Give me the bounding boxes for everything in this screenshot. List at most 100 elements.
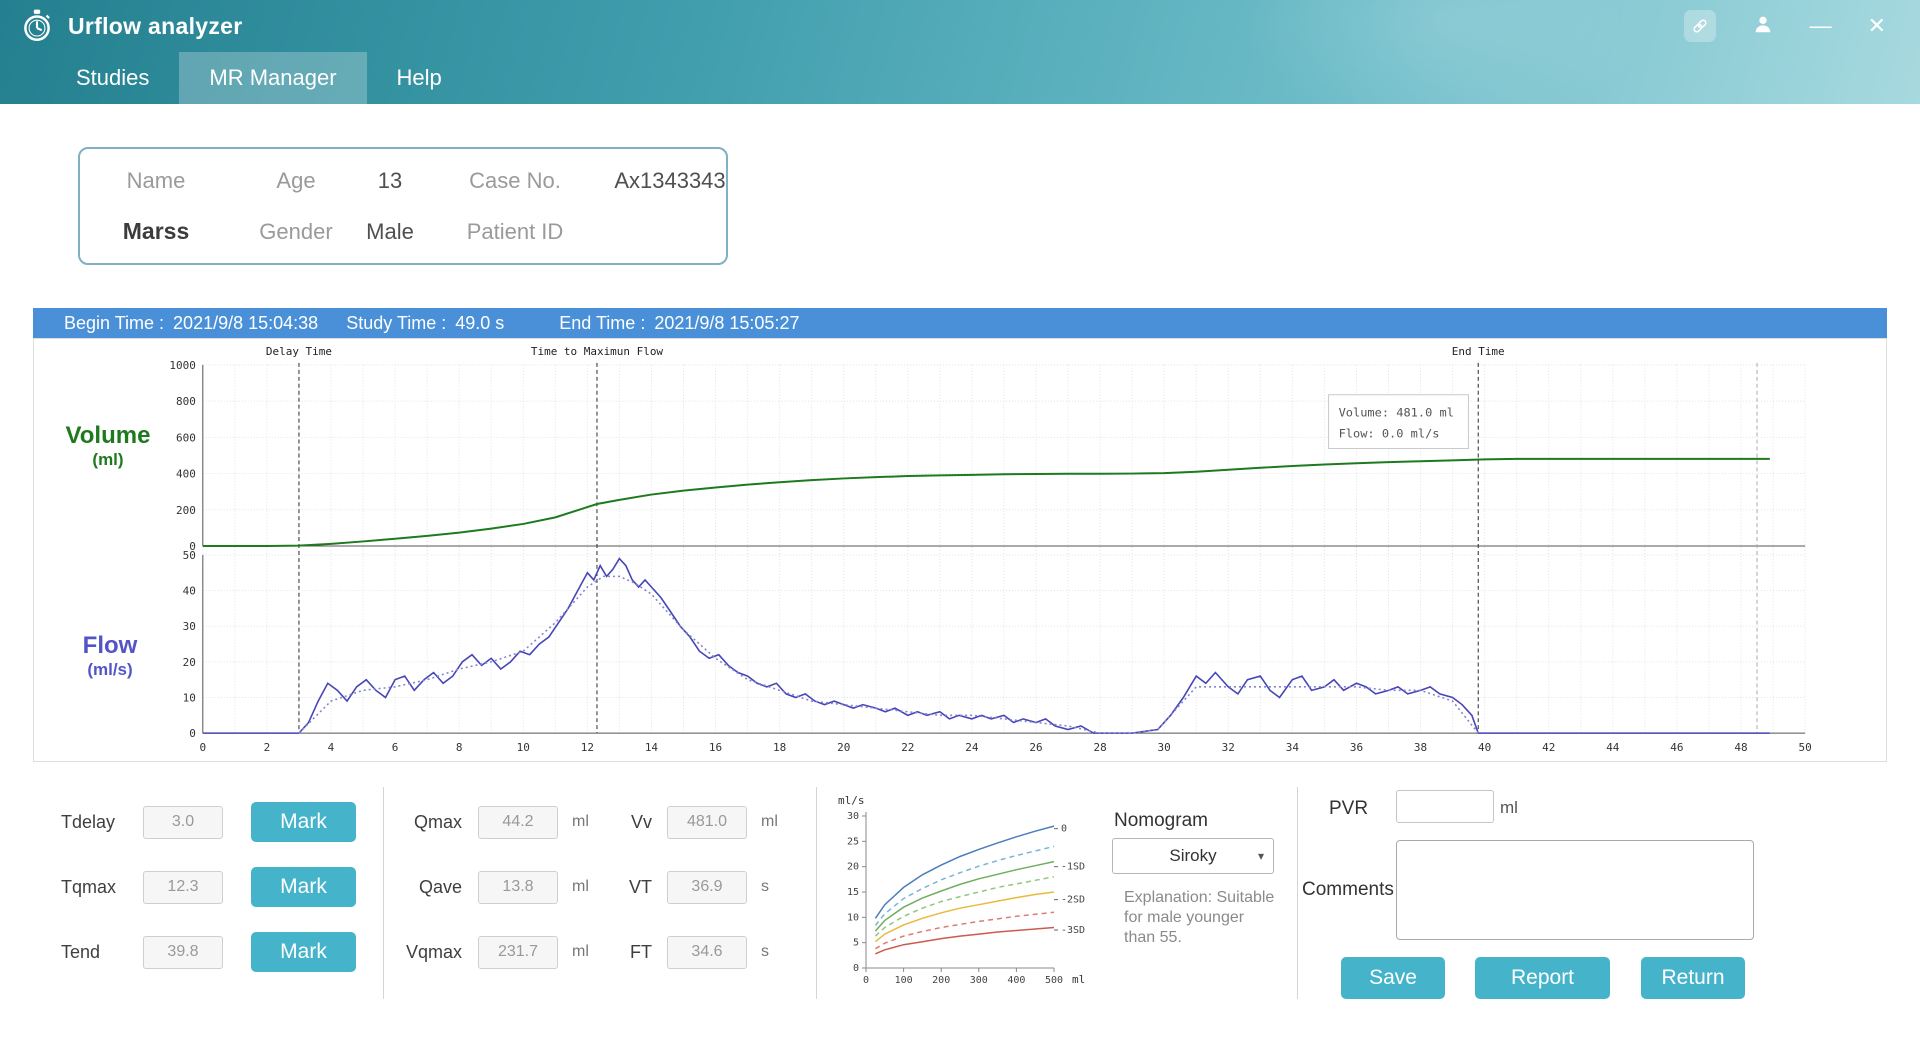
vv-row: Vv 481.0 ml bbox=[600, 802, 778, 842]
tqmax-mark-button[interactable]: Mark bbox=[251, 867, 356, 907]
qmax-row: Qmax 44.2 ml bbox=[370, 802, 589, 842]
user-icon[interactable] bbox=[1752, 13, 1774, 39]
svg-text:40: 40 bbox=[183, 585, 196, 598]
svg-text:30: 30 bbox=[183, 620, 196, 633]
ft-row: FT 34.6 s bbox=[600, 932, 769, 972]
svg-text:8: 8 bbox=[456, 741, 463, 754]
qave-row: Qave 13.8 ml bbox=[370, 867, 589, 907]
svg-text:32: 32 bbox=[1222, 741, 1235, 754]
vt-label: VT bbox=[628, 876, 652, 897]
svg-text:10: 10 bbox=[847, 912, 859, 923]
tdelay-mark-button[interactable]: Mark bbox=[251, 802, 356, 842]
svg-text:12: 12 bbox=[581, 741, 594, 754]
pvr-label: PVR bbox=[1329, 798, 1369, 819]
age-value: 13 bbox=[377, 167, 403, 193]
divider bbox=[1297, 787, 1298, 999]
svg-text:16: 16 bbox=[709, 741, 722, 754]
tend-row: Tend 39.8 Mark bbox=[61, 932, 356, 972]
svg-text:5: 5 bbox=[853, 938, 859, 949]
svg-text:26: 26 bbox=[1029, 741, 1042, 754]
vqmax-value: 231.7 bbox=[478, 935, 558, 969]
qave-label: Qave bbox=[418, 876, 462, 897]
comments-label: Comments bbox=[1302, 879, 1394, 900]
gender-value: Male bbox=[366, 218, 414, 244]
close-button[interactable]: ✕ bbox=[1868, 15, 1886, 37]
svg-text:0: 0 bbox=[189, 727, 196, 740]
qmax-label: Qmax bbox=[413, 811, 462, 832]
nomogram-selected-value: Siroky bbox=[1169, 846, 1217, 865]
titlebar-controls: — ✕ bbox=[1683, 10, 1902, 42]
main-nav: Studies MR Manager Help bbox=[0, 52, 1920, 104]
svg-text:Time to Maximun Flow: Time to Maximun Flow bbox=[531, 345, 664, 358]
tqmax-row: Tqmax 12.3 Mark bbox=[61, 867, 356, 907]
name-value: Marss bbox=[122, 218, 190, 244]
vt-unit: s bbox=[761, 878, 769, 895]
comments-textarea[interactable] bbox=[1396, 840, 1754, 940]
svg-text:600: 600 bbox=[176, 431, 196, 444]
svg-text:400: 400 bbox=[176, 468, 196, 481]
nomogram-select[interactable]: Siroky ▾ bbox=[1112, 838, 1274, 874]
tdelay-row: Tdelay 3.0 Mark bbox=[61, 802, 356, 842]
tab-mr-manager[interactable]: MR Manager bbox=[179, 52, 367, 104]
svg-text:34: 34 bbox=[1286, 741, 1300, 754]
svg-text:36: 36 bbox=[1350, 741, 1363, 754]
ft-label: FT bbox=[630, 941, 652, 962]
case-no-label: Case No. bbox=[469, 167, 561, 193]
svg-text:200: 200 bbox=[932, 975, 950, 986]
svg-text:Flow: 0.0 ml/s: Flow: 0.0 ml/s bbox=[1339, 427, 1440, 441]
nomogram-title: Nomogram bbox=[1114, 810, 1208, 831]
vqmax-row: Vqmax 231.7 ml bbox=[370, 932, 589, 972]
svg-text:44: 44 bbox=[1606, 741, 1620, 754]
end-time-label: End Time : bbox=[559, 312, 646, 333]
svg-text:50: 50 bbox=[1798, 741, 1811, 754]
svg-text:ml: ml bbox=[1072, 973, 1085, 986]
chevron-down-icon: ▾ bbox=[1257, 849, 1264, 863]
tqmax-value: 12.3 bbox=[143, 870, 223, 904]
bottom-panel: Tdelay 3.0 Mark Tqmax 12.3 Mark Tend 39.… bbox=[0, 762, 1920, 1050]
report-button[interactable]: Report bbox=[1475, 957, 1610, 999]
svg-text:14: 14 bbox=[645, 741, 659, 754]
vt-value: 36.9 bbox=[667, 870, 747, 904]
svg-text:1000: 1000 bbox=[169, 359, 195, 372]
svg-text:500: 500 bbox=[1045, 975, 1063, 986]
svg-text:20: 20 bbox=[847, 862, 859, 873]
tend-value: 39.8 bbox=[143, 935, 223, 969]
end-time: End Time : 2021/9/8 15:05:27 bbox=[559, 313, 799, 334]
app-logo-icon bbox=[18, 7, 56, 45]
svg-text:0: 0 bbox=[853, 963, 859, 974]
svg-text:38: 38 bbox=[1414, 741, 1427, 754]
tab-studies[interactable]: Studies bbox=[46, 52, 179, 104]
svg-text:10: 10 bbox=[517, 741, 530, 754]
begin-time: Begin Time : 2021/9/8 15:04:38 bbox=[64, 313, 318, 334]
tqmax-label: Tqmax bbox=[61, 876, 117, 897]
vqmax-unit: ml bbox=[572, 943, 589, 960]
uroflow-chart-panel: 0 200 400 600 800 1000 0 10 20 30 40 50 0 2 4 6 8 10 12 14 1… bbox=[33, 338, 1887, 762]
return-button[interactable]: Return bbox=[1641, 957, 1745, 999]
minimize-button[interactable]: — bbox=[1810, 15, 1832, 37]
svg-text:30: 30 bbox=[1158, 741, 1171, 754]
svg-text:24: 24 bbox=[965, 741, 979, 754]
age-label: Age bbox=[276, 167, 316, 193]
app-title: Urflow analyzer bbox=[68, 12, 243, 39]
qmax-value: 44.2 bbox=[478, 805, 558, 839]
svg-text:46: 46 bbox=[1670, 741, 1683, 754]
pvr-input[interactable] bbox=[1396, 790, 1494, 823]
link-icon[interactable] bbox=[1683, 10, 1716, 42]
svg-text:15: 15 bbox=[847, 887, 859, 898]
svg-text:18: 18 bbox=[773, 741, 786, 754]
vv-label: Vv bbox=[630, 811, 652, 832]
vv-unit: ml bbox=[761, 813, 778, 830]
tab-help[interactable]: Help bbox=[367, 52, 472, 104]
study-time-label: Study Time : bbox=[346, 312, 447, 333]
save-button[interactable]: Save bbox=[1341, 957, 1445, 999]
vv-value: 481.0 bbox=[667, 805, 747, 839]
uroflow-chart[interactable]: 02004006008001000010203040500 2 4 6 8 10 12 14 1… bbox=[34, 339, 1886, 761]
svg-text:Volume: 481.0 ml: Volume: 481.0 ml bbox=[1339, 406, 1454, 420]
name-label: Name bbox=[126, 167, 186, 193]
svg-text:-2SD: -2SD bbox=[1061, 895, 1085, 906]
nomogram-explanation: Explanation: Suitable for male younger t… bbox=[1124, 889, 1275, 946]
qave-unit: ml bbox=[572, 878, 589, 895]
svg-text:100: 100 bbox=[895, 975, 913, 986]
ft-value: 34.6 bbox=[667, 935, 747, 969]
tend-mark-button[interactable]: Mark bbox=[251, 932, 356, 972]
